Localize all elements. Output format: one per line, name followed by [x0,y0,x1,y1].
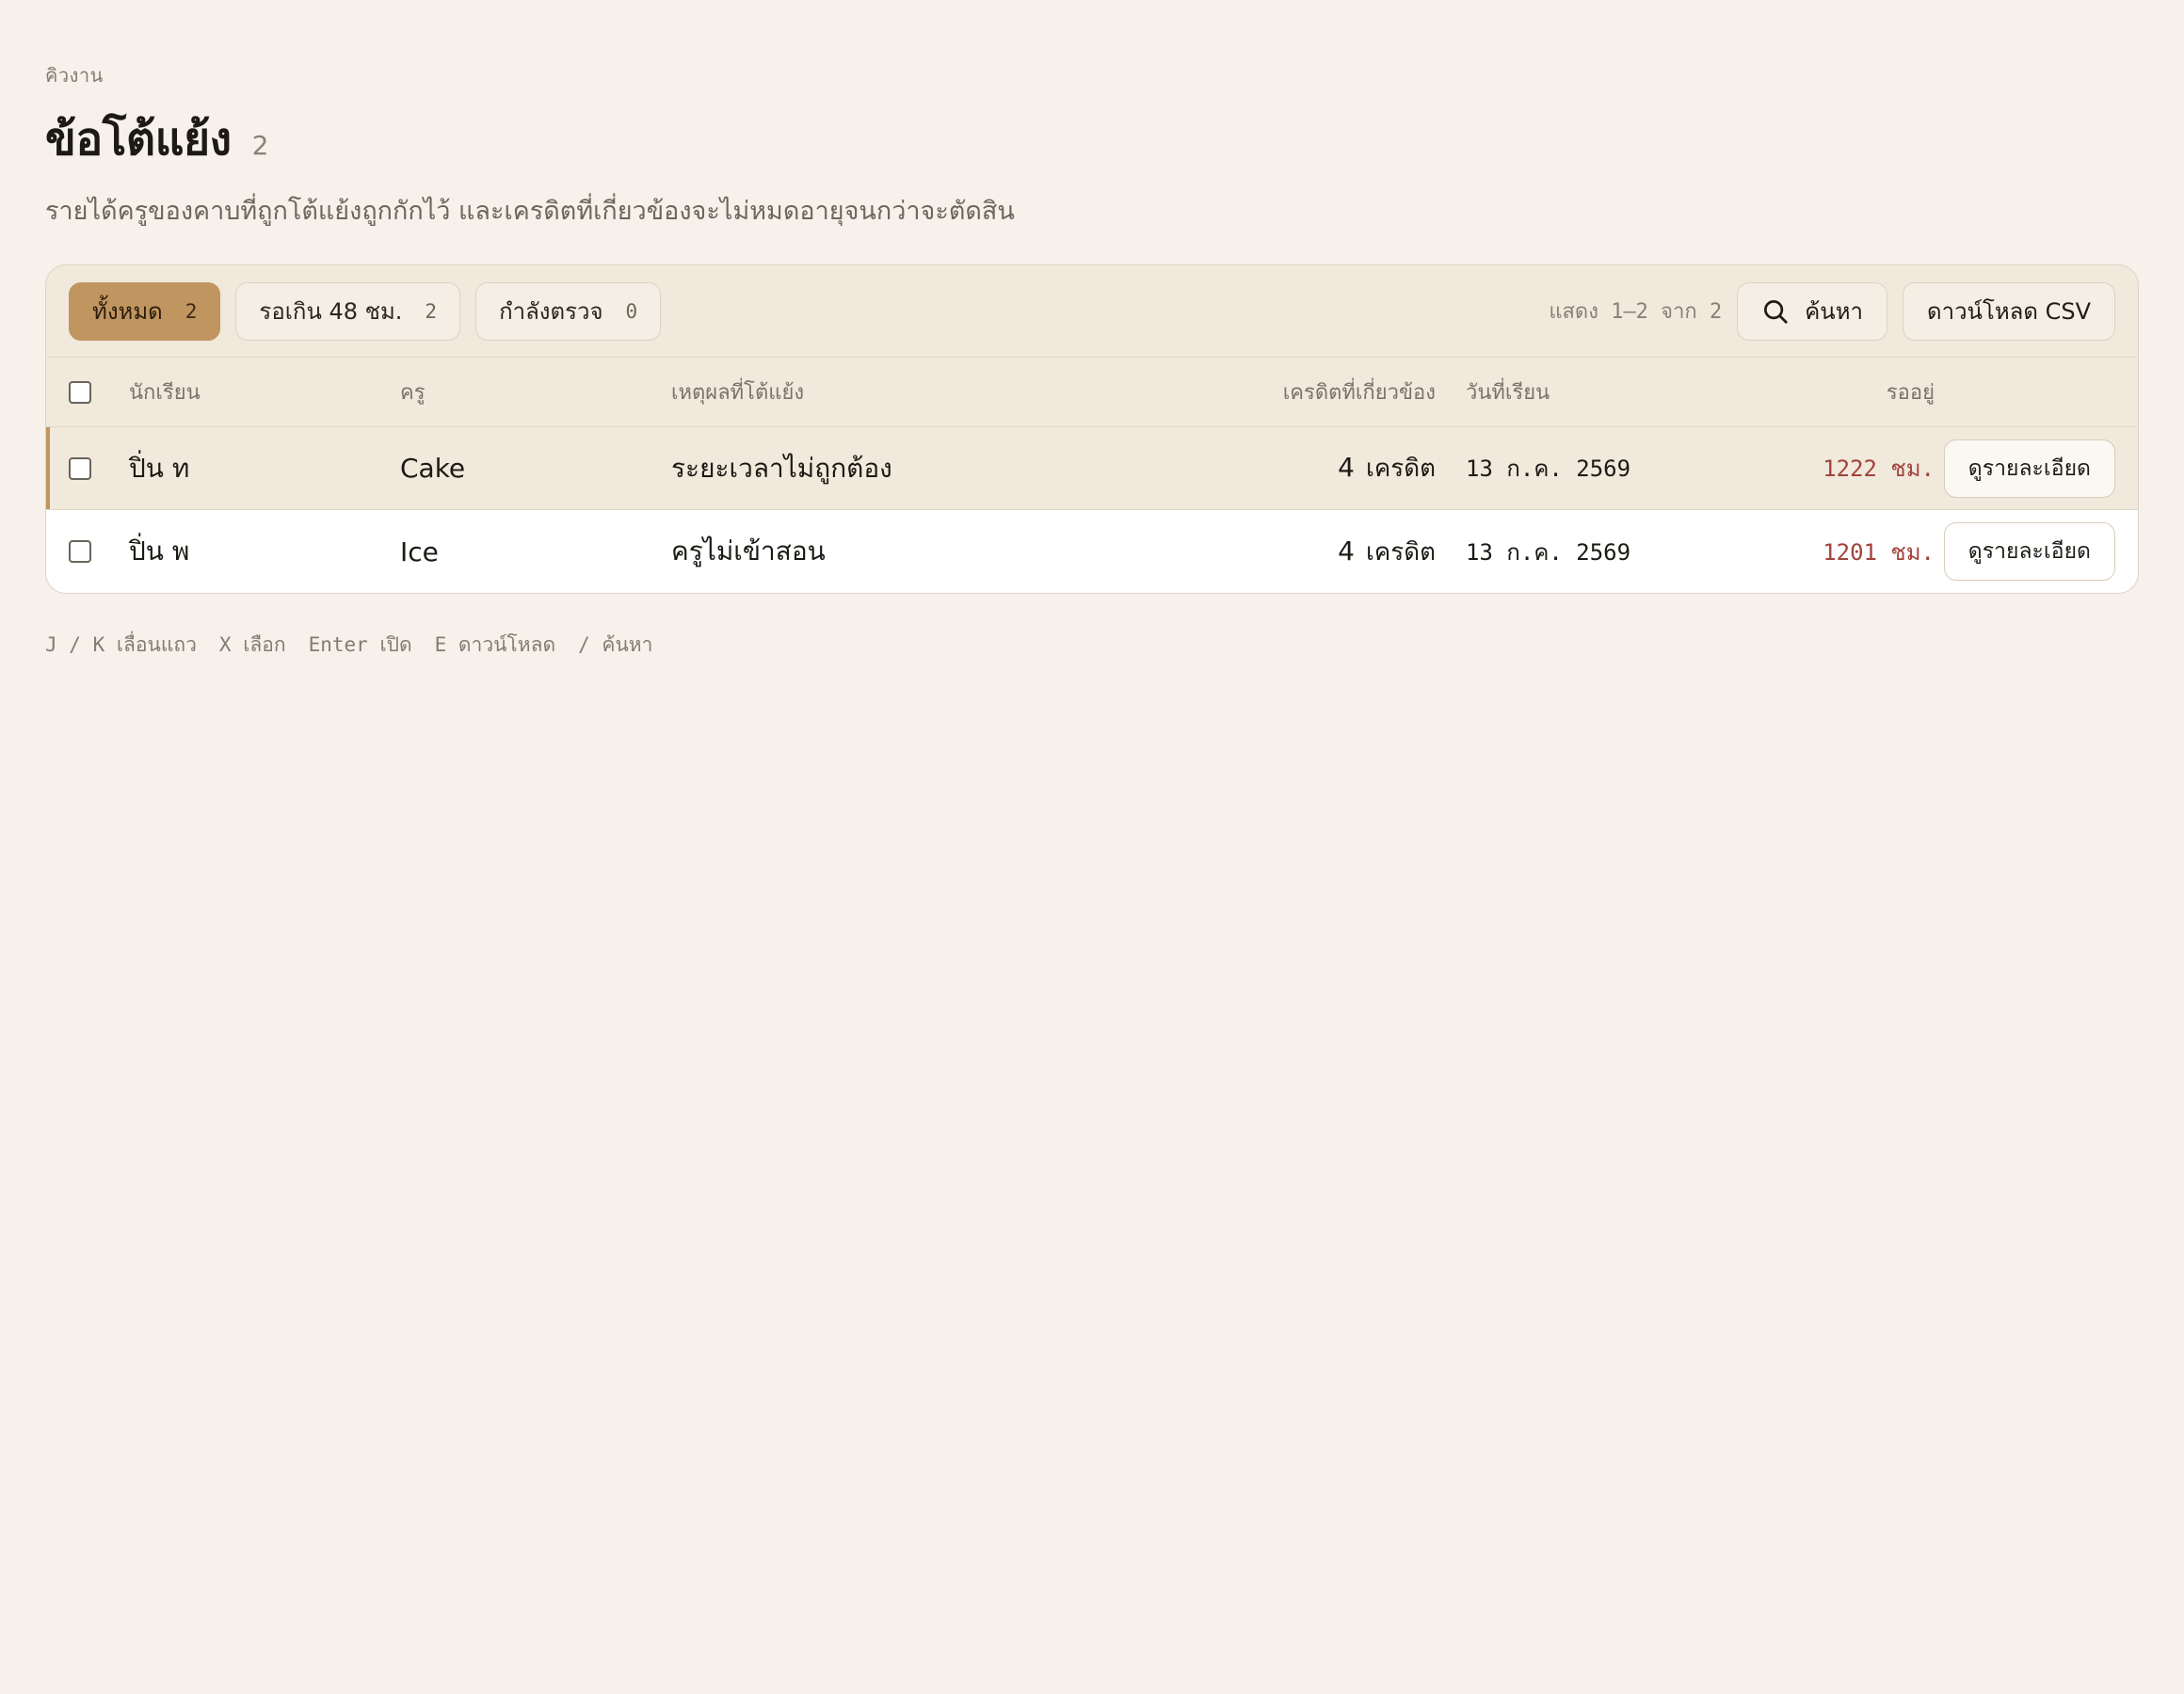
page-title: ข้อโต้แย้ง [45,113,232,166]
filter-chip-count: 2 [425,299,438,323]
filter-chip-label: รอเกิน 48 ชม. [259,298,403,325]
waiting-cell: 1201 ชม. [1823,538,1935,566]
column-header-student[interactable]: นักเรียน [129,376,400,408]
row-checkbox[interactable] [69,456,91,480]
shortcut-open: Enter เปิด [308,633,412,656]
column-header-waiting[interactable]: รออยู่ [1709,376,1935,408]
credits-unit: เครดิต [1365,455,1436,483]
filter-chip-label: ทั้งหมด [92,298,163,325]
shortcut-download: E ดาวน์โหลด [434,633,556,656]
credits-value: 4 [1338,452,1355,483]
column-header-credits[interactable]: เครดิตที่เกี่ยวข้อง [1217,376,1436,408]
column-header-teacher[interactable]: ครู [400,376,671,408]
action-cell: ดูรายละเอียด [1935,439,2138,498]
filter-chip-overdue[interactable]: รอเกิน 48 ชม. 2 [235,281,461,341]
download-csv-button[interactable]: ดาวน์โหลด CSV [1903,281,2115,341]
disputes-panel: ทั้งหมด 2 รอเกิน 48 ชม. 2 กำลังตรวจ 0 แส… [45,264,2139,594]
breadcrumb: คิวงาน [45,64,104,87]
date-cell: 13 ก.ค. 2569 [1466,538,1631,566]
view-details-button[interactable]: ดูรายละเอียด [1943,522,2115,581]
page: คิวงาน ข้อโต้แย้ง 2 รายได้ครูของคาบที่ถู… [45,60,2139,661]
waiting-cell: 1222 ชม. [1823,455,1935,482]
filter-chip-count: 0 [625,299,638,323]
select-all-cell [46,380,129,404]
search-button-label: ค้นหา [1805,298,1863,325]
credits-value: 4 [1338,535,1355,567]
reason-cell: ครูไม่เข้าสอน [671,535,826,567]
table-row[interactable]: ปิ่น พ Ice ครูไม่เข้าสอน 4 เครดิต 13 ก.ค.… [46,510,2138,593]
filter-chip-all[interactable]: ทั้งหมด 2 [69,281,221,341]
filter-chip-reviewing[interactable]: กำลังตรวจ 0 [475,281,662,341]
title-count: 2 [251,130,269,161]
teacher-cell: Ice [400,535,439,567]
column-header-date[interactable]: วันที่เรียน [1436,376,1709,408]
credits-cell: 4 เครดิต [1217,449,1436,487]
column-header-reason[interactable]: เหตุผลที่โต้แย้ง [671,376,1217,408]
filter-chip-count: 2 [185,299,198,323]
shortcut-navigate: J / K เลื่อนแถว [45,633,197,656]
table-row[interactable]: ปิ่น ท Cake ระยะเวลาไม่ถูกต้อง 4 เครดิต 1… [46,427,2138,510]
student-cell: ปิ่น พ [129,535,190,567]
shortcut-search: / ค้นหา [578,633,653,656]
row-checkbox[interactable] [69,540,91,563]
reason-cell: ระยะเวลาไม่ถูกต้อง [671,452,892,484]
pagination-summary: แสดง 1–2 จาก 2 [1549,300,1723,324]
filter-chip-label: กำลังตรวจ [499,298,603,325]
title-row: ข้อโต้แย้ง 2 [45,104,2139,175]
date-cell: 13 ก.ค. 2569 [1466,455,1631,482]
keyboard-shortcuts: J / K เลื่อนแถว X เลือก Enter เปิด E ดาว… [45,630,2139,661]
view-details-button[interactable]: ดูรายละเอียด [1943,439,2115,498]
student-cell: ปิ่น ท [129,452,190,484]
teacher-cell: Cake [400,453,466,484]
table-header: นักเรียน ครู เหตุผลที่โต้แย้ง เครดิตที่เ… [46,358,2138,427]
page-subtitle: รายได้ครูของคาบที่ถูกโต้แย้งถูกกักไว้ แล… [45,197,1015,226]
action-cell: ดูรายละเอียด [1935,522,2138,581]
search-button[interactable]: ค้นหา [1737,281,1887,341]
row-select-cell [46,540,129,563]
select-all-checkbox[interactable] [69,380,91,404]
row-select-cell [46,456,129,480]
search-icon [1764,299,1788,324]
toolbar: ทั้งหมด 2 รอเกิน 48 ชม. 2 กำลังตรวจ 0 แส… [46,265,2138,358]
credits-unit: เครดิต [1365,537,1436,567]
credits-cell: 4 เครดิต [1217,533,1436,571]
shortcut-select: X เลือก [218,633,286,656]
